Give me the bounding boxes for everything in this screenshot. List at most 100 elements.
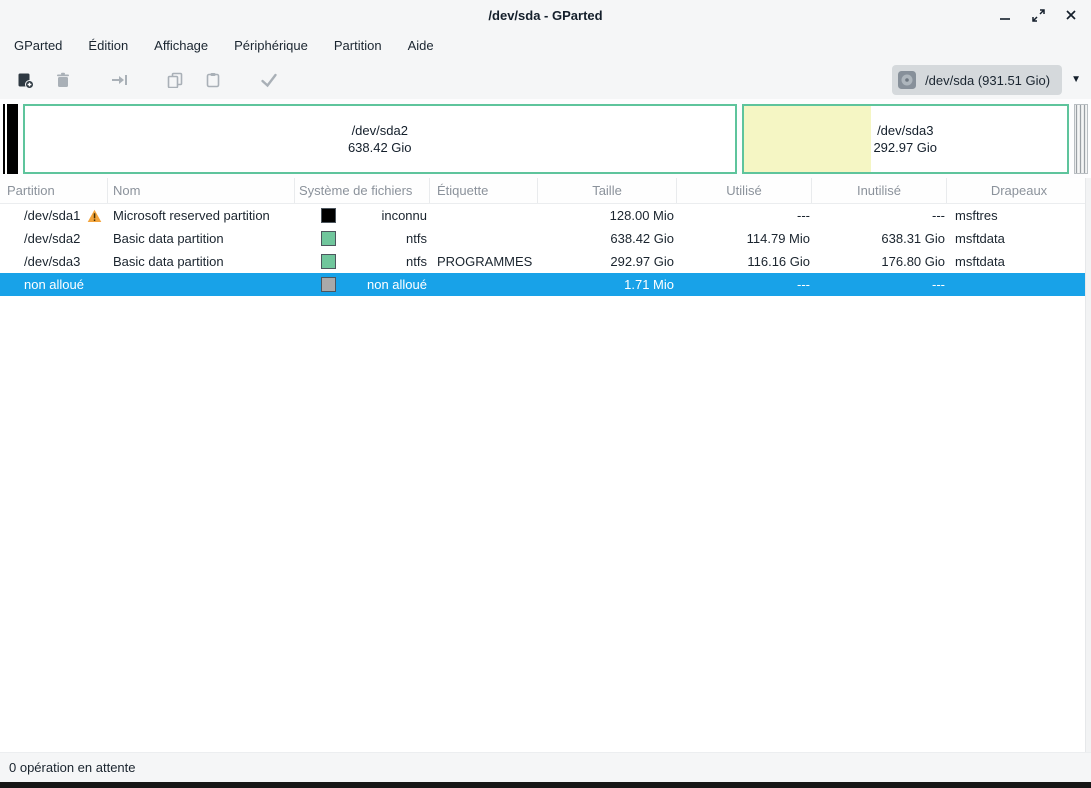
disk-visual-sda3[interactable]: /dev/sda3 292.97 Gio <box>742 104 1070 174</box>
delete-partition-icon <box>55 72 71 88</box>
partition-used: 114.79 Mio <box>677 227 812 250</box>
filesystem-type: ntfs <box>406 254 427 269</box>
chevron-down-icon: ▼ <box>1071 75 1081 85</box>
table-row-sda1[interactable]: /dev/sda1 Microsoft reserved partition i… <box>0 204 1091 227</box>
partition-name: /dev/sda3 <box>877 122 933 139</box>
table-row-sda3[interactable]: /dev/sda3 Basic data partition ntfs PROG… <box>0 250 1091 273</box>
partition-table: Partition Nom Système de fichiers Étique… <box>0 178 1091 752</box>
menubar: GParted Édition Affichage Périphérique P… <box>0 30 1091 61</box>
column-header-drapeaux: Drapeaux <box>947 178 1091 203</box>
partition-name: /dev/sda1 <box>24 208 80 223</box>
resize-move-button[interactable] <box>100 64 138 96</box>
window-controls <box>997 0 1079 30</box>
paste-icon <box>205 72 221 88</box>
filesystem-swatch <box>321 231 336 246</box>
filesystem-type: inconnu <box>381 208 427 223</box>
filesystem-swatch <box>321 254 336 269</box>
close-button[interactable] <box>1063 7 1079 23</box>
partition-unused: 176.80 Gio <box>812 250 947 273</box>
partition-size: 292.97 Gio <box>873 139 937 156</box>
column-header-filesystem: Système de fichiers <box>295 178 430 203</box>
disk-visual-sda2[interactable]: /dev/sda2 638.42 Gio <box>23 104 737 174</box>
paste-button[interactable] <box>194 64 232 96</box>
partition-name: /dev/sda3 <box>24 254 80 269</box>
partition-etiquette <box>430 227 538 250</box>
resize-move-icon <box>110 72 128 88</box>
partition-used: --- <box>677 273 812 296</box>
partition-size: 292.97 Gio <box>538 250 677 273</box>
toolbar-separator <box>232 80 250 81</box>
toolbar-separator <box>82 80 100 81</box>
partition-flags <box>947 273 1091 296</box>
copy-icon <box>167 72 183 88</box>
apply-icon <box>260 72 278 88</box>
toolbar-separator <box>138 80 156 81</box>
partition-name: /dev/sda2 <box>352 122 408 139</box>
table-row-sda2[interactable]: /dev/sda2 Basic data partition ntfs 638.… <box>0 227 1091 250</box>
disk-visual-unallocated[interactable] <box>1074 104 1088 174</box>
statusbar: 0 opération en attente <box>0 752 1091 782</box>
menu-edition[interactable]: Édition <box>75 33 141 58</box>
partition-size: 128.00 Mio <box>538 204 677 227</box>
partition-unused: --- <box>812 273 947 296</box>
menu-gparted[interactable]: GParted <box>1 33 75 58</box>
apply-button[interactable] <box>250 64 288 96</box>
disk-visual-sda1[interactable] <box>3 104 18 174</box>
table-empty-area <box>0 296 1091 752</box>
filesystem-type: ntfs <box>406 231 427 246</box>
partition-description: Basic data partition <box>108 227 295 250</box>
minimize-icon <box>998 8 1012 22</box>
restore-button[interactable] <box>1030 7 1046 23</box>
device-selector[interactable]: /dev/sda (931.51 Gio) ▼ <box>892 65 1085 95</box>
vertical-scrollbar[interactable] <box>1085 178 1091 752</box>
column-header-inutilise: Inutilisé <box>812 178 947 203</box>
column-header-taille: Taille <box>538 178 677 203</box>
drive-icon <box>897 70 917 90</box>
delete-partition-button[interactable] <box>44 64 82 96</box>
titlebar: /dev/sda - GParted <box>0 0 1091 30</box>
partition-description: Basic data partition <box>108 250 295 273</box>
warning-icon <box>87 209 102 223</box>
partition-used: 116.16 Gio <box>677 250 812 273</box>
menu-peripherique[interactable]: Périphérique <box>221 33 321 58</box>
table-row-unallocated[interactable]: non alloué non alloué 1.71 Mio --- --- <box>0 273 1091 296</box>
partition-size: 1.71 Mio <box>538 273 677 296</box>
menu-partition[interactable]: Partition <box>321 33 395 58</box>
disk-visual: /dev/sda2 638.42 Gio /dev/sda3 292.97 Gi… <box>0 99 1091 178</box>
menu-affichage[interactable]: Affichage <box>141 33 221 58</box>
partition-unused: --- <box>812 204 947 227</box>
close-icon <box>1064 8 1078 22</box>
window-title: /dev/sda - GParted <box>488 8 602 23</box>
filesystem-swatch <box>321 277 336 292</box>
partition-etiquette <box>430 273 538 296</box>
used-space-fill <box>744 106 872 172</box>
partition-name: non alloué <box>24 277 84 292</box>
partition-etiquette: PROGRAMMES <box>430 250 538 273</box>
partition-description <box>108 273 295 296</box>
copy-button[interactable] <box>156 64 194 96</box>
column-header-utilise: Utilisé <box>677 178 812 203</box>
table-header: Partition Nom Système de fichiers Étique… <box>0 178 1091 204</box>
partition-size: 638.42 Gio <box>538 227 677 250</box>
partition-etiquette <box>430 204 538 227</box>
gparted-window: /dev/sda - GParted GParted Édition Affic… <box>0 0 1091 788</box>
new-partition-button[interactable] <box>6 64 44 96</box>
filesystem-type: non alloué <box>367 277 427 292</box>
device-selector-label: /dev/sda (931.51 Gio) <box>925 73 1050 88</box>
device-selector-pill: /dev/sda (931.51 Gio) <box>892 65 1062 95</box>
partition-flags: msftres <box>947 204 1091 227</box>
partition-used: --- <box>677 204 812 227</box>
partition-size: 638.42 Gio <box>348 139 412 156</box>
restore-icon <box>1031 8 1046 23</box>
partition-name: /dev/sda2 <box>24 231 80 246</box>
toolbar: /dev/sda (931.51 Gio) ▼ <box>0 61 1091 99</box>
screen-edge-strip <box>0 782 1091 788</box>
partition-description: Microsoft reserved partition <box>108 204 295 227</box>
column-header-nom: Nom <box>108 178 295 203</box>
minimize-button[interactable] <box>997 7 1013 23</box>
pending-operations-text: 0 opération en attente <box>9 760 136 775</box>
partition-flags: msftdata <box>947 227 1091 250</box>
column-header-partition: Partition <box>0 178 108 203</box>
menu-aide[interactable]: Aide <box>395 33 447 58</box>
new-partition-icon <box>17 72 34 89</box>
